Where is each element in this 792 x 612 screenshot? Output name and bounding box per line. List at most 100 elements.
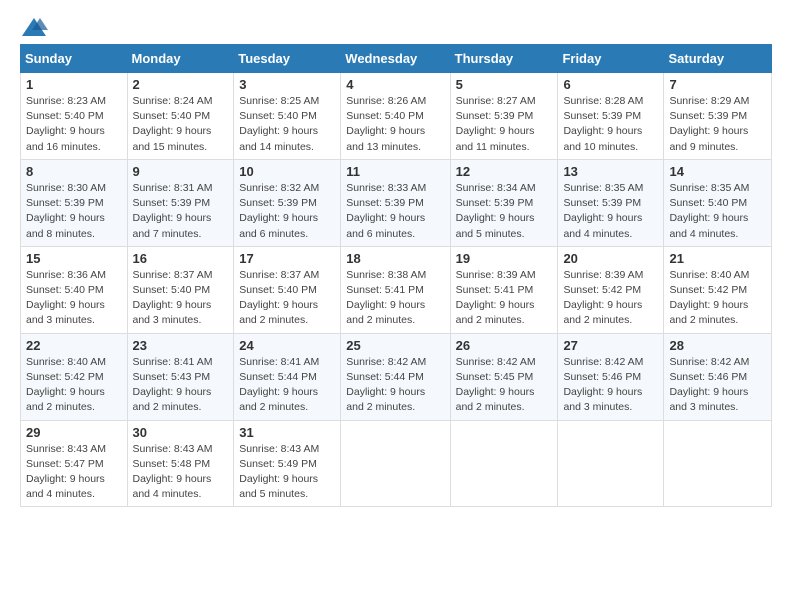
calendar-cell: 12 Sunrise: 8:34 AM Sunset: 5:39 PM Dayl… [450, 159, 558, 246]
calendar-day-header: Saturday [664, 45, 772, 73]
calendar-cell: 29 Sunrise: 8:43 AM Sunset: 5:47 PM Dayl… [21, 420, 128, 507]
day-number: 1 [26, 77, 122, 92]
calendar-header-row: SundayMondayTuesdayWednesdayThursdayFrid… [21, 45, 772, 73]
calendar-cell: 10 Sunrise: 8:32 AM Sunset: 5:39 PM Dayl… [234, 159, 341, 246]
day-number: 11 [346, 164, 444, 179]
calendar-day-header: Thursday [450, 45, 558, 73]
calendar-cell: 11 Sunrise: 8:33 AM Sunset: 5:39 PM Dayl… [341, 159, 450, 246]
day-info: Sunrise: 8:41 AM Sunset: 5:43 PM Dayligh… [133, 356, 213, 414]
day-info: Sunrise: 8:31 AM Sunset: 5:39 PM Dayligh… [133, 182, 213, 240]
calendar-cell: 18 Sunrise: 8:38 AM Sunset: 5:41 PM Dayl… [341, 246, 450, 333]
calendar-body: 1 Sunrise: 8:23 AM Sunset: 5:40 PM Dayli… [21, 73, 772, 507]
day-info: Sunrise: 8:35 AM Sunset: 5:40 PM Dayligh… [669, 182, 749, 240]
day-number: 19 [456, 251, 553, 266]
day-number: 2 [133, 77, 229, 92]
calendar-cell: 5 Sunrise: 8:27 AM Sunset: 5:39 PM Dayli… [450, 73, 558, 160]
day-info: Sunrise: 8:41 AM Sunset: 5:44 PM Dayligh… [239, 356, 319, 414]
calendar-cell: 20 Sunrise: 8:39 AM Sunset: 5:42 PM Dayl… [558, 246, 664, 333]
day-info: Sunrise: 8:23 AM Sunset: 5:40 PM Dayligh… [26, 95, 106, 153]
day-info: Sunrise: 8:42 AM Sunset: 5:44 PM Dayligh… [346, 356, 426, 414]
day-number: 10 [239, 164, 335, 179]
day-info: Sunrise: 8:43 AM Sunset: 5:47 PM Dayligh… [26, 443, 106, 501]
day-info: Sunrise: 8:28 AM Sunset: 5:39 PM Dayligh… [563, 95, 643, 153]
day-info: Sunrise: 8:26 AM Sunset: 5:40 PM Dayligh… [346, 95, 426, 153]
calendar-table: SundayMondayTuesdayWednesdayThursdayFrid… [20, 44, 772, 507]
calendar-cell: 2 Sunrise: 8:24 AM Sunset: 5:40 PM Dayli… [127, 73, 234, 160]
calendar-day-header: Sunday [21, 45, 128, 73]
calendar-cell: 17 Sunrise: 8:37 AM Sunset: 5:40 PM Dayl… [234, 246, 341, 333]
calendar-cell: 7 Sunrise: 8:29 AM Sunset: 5:39 PM Dayli… [664, 73, 772, 160]
calendar-cell: 25 Sunrise: 8:42 AM Sunset: 5:44 PM Dayl… [341, 333, 450, 420]
calendar-cell: 26 Sunrise: 8:42 AM Sunset: 5:45 PM Dayl… [450, 333, 558, 420]
header [20, 16, 772, 38]
day-number: 28 [669, 338, 766, 353]
day-number: 14 [669, 164, 766, 179]
calendar-cell: 1 Sunrise: 8:23 AM Sunset: 5:40 PM Dayli… [21, 73, 128, 160]
logo-icon [20, 16, 48, 38]
calendar-cell: 4 Sunrise: 8:26 AM Sunset: 5:40 PM Dayli… [341, 73, 450, 160]
day-info: Sunrise: 8:24 AM Sunset: 5:40 PM Dayligh… [133, 95, 213, 153]
day-info: Sunrise: 8:42 AM Sunset: 5:45 PM Dayligh… [456, 356, 536, 414]
calendar-day-header: Friday [558, 45, 664, 73]
day-info: Sunrise: 8:40 AM Sunset: 5:42 PM Dayligh… [669, 269, 749, 327]
day-info: Sunrise: 8:32 AM Sunset: 5:39 PM Dayligh… [239, 182, 319, 240]
day-number: 26 [456, 338, 553, 353]
day-info: Sunrise: 8:33 AM Sunset: 5:39 PM Dayligh… [346, 182, 426, 240]
calendar-cell: 24 Sunrise: 8:41 AM Sunset: 5:44 PM Dayl… [234, 333, 341, 420]
day-info: Sunrise: 8:39 AM Sunset: 5:41 PM Dayligh… [456, 269, 536, 327]
day-number: 7 [669, 77, 766, 92]
calendar-cell: 22 Sunrise: 8:40 AM Sunset: 5:42 PM Dayl… [21, 333, 128, 420]
calendar-cell: 27 Sunrise: 8:42 AM Sunset: 5:46 PM Dayl… [558, 333, 664, 420]
day-info: Sunrise: 8:42 AM Sunset: 5:46 PM Dayligh… [669, 356, 749, 414]
calendar-cell [450, 420, 558, 507]
day-info: Sunrise: 8:27 AM Sunset: 5:39 PM Dayligh… [456, 95, 536, 153]
day-number: 6 [563, 77, 658, 92]
day-number: 3 [239, 77, 335, 92]
day-number: 31 [239, 425, 335, 440]
day-info: Sunrise: 8:42 AM Sunset: 5:46 PM Dayligh… [563, 356, 643, 414]
day-number: 15 [26, 251, 122, 266]
logo [20, 16, 52, 38]
calendar-cell: 13 Sunrise: 8:35 AM Sunset: 5:39 PM Dayl… [558, 159, 664, 246]
calendar-day-header: Tuesday [234, 45, 341, 73]
calendar-cell: 14 Sunrise: 8:35 AM Sunset: 5:40 PM Dayl… [664, 159, 772, 246]
calendar-cell [341, 420, 450, 507]
calendar-day-header: Wednesday [341, 45, 450, 73]
day-number: 20 [563, 251, 658, 266]
day-info: Sunrise: 8:37 AM Sunset: 5:40 PM Dayligh… [133, 269, 213, 327]
calendar-cell: 28 Sunrise: 8:42 AM Sunset: 5:46 PM Dayl… [664, 333, 772, 420]
day-number: 9 [133, 164, 229, 179]
day-info: Sunrise: 8:30 AM Sunset: 5:39 PM Dayligh… [26, 182, 106, 240]
calendar-cell: 16 Sunrise: 8:37 AM Sunset: 5:40 PM Dayl… [127, 246, 234, 333]
day-number: 23 [133, 338, 229, 353]
day-number: 27 [563, 338, 658, 353]
day-info: Sunrise: 8:43 AM Sunset: 5:48 PM Dayligh… [133, 443, 213, 501]
calendar-cell: 19 Sunrise: 8:39 AM Sunset: 5:41 PM Dayl… [450, 246, 558, 333]
calendar-cell: 15 Sunrise: 8:36 AM Sunset: 5:40 PM Dayl… [21, 246, 128, 333]
calendar-cell: 3 Sunrise: 8:25 AM Sunset: 5:40 PM Dayli… [234, 73, 341, 160]
calendar-cell: 30 Sunrise: 8:43 AM Sunset: 5:48 PM Dayl… [127, 420, 234, 507]
day-info: Sunrise: 8:36 AM Sunset: 5:40 PM Dayligh… [26, 269, 106, 327]
day-number: 4 [346, 77, 444, 92]
calendar-cell: 31 Sunrise: 8:43 AM Sunset: 5:49 PM Dayl… [234, 420, 341, 507]
day-number: 25 [346, 338, 444, 353]
day-number: 5 [456, 77, 553, 92]
calendar-cell [558, 420, 664, 507]
calendar-cell: 9 Sunrise: 8:31 AM Sunset: 5:39 PM Dayli… [127, 159, 234, 246]
day-info: Sunrise: 8:34 AM Sunset: 5:39 PM Dayligh… [456, 182, 536, 240]
calendar-cell: 8 Sunrise: 8:30 AM Sunset: 5:39 PM Dayli… [21, 159, 128, 246]
day-number: 12 [456, 164, 553, 179]
day-number: 16 [133, 251, 229, 266]
calendar-cell: 23 Sunrise: 8:41 AM Sunset: 5:43 PM Dayl… [127, 333, 234, 420]
day-number: 30 [133, 425, 229, 440]
day-info: Sunrise: 8:29 AM Sunset: 5:39 PM Dayligh… [669, 95, 749, 153]
day-info: Sunrise: 8:39 AM Sunset: 5:42 PM Dayligh… [563, 269, 643, 327]
calendar-day-header: Monday [127, 45, 234, 73]
day-number: 21 [669, 251, 766, 266]
day-number: 22 [26, 338, 122, 353]
day-number: 17 [239, 251, 335, 266]
calendar-cell: 6 Sunrise: 8:28 AM Sunset: 5:39 PM Dayli… [558, 73, 664, 160]
calendar-cell [664, 420, 772, 507]
day-number: 24 [239, 338, 335, 353]
day-number: 8 [26, 164, 122, 179]
